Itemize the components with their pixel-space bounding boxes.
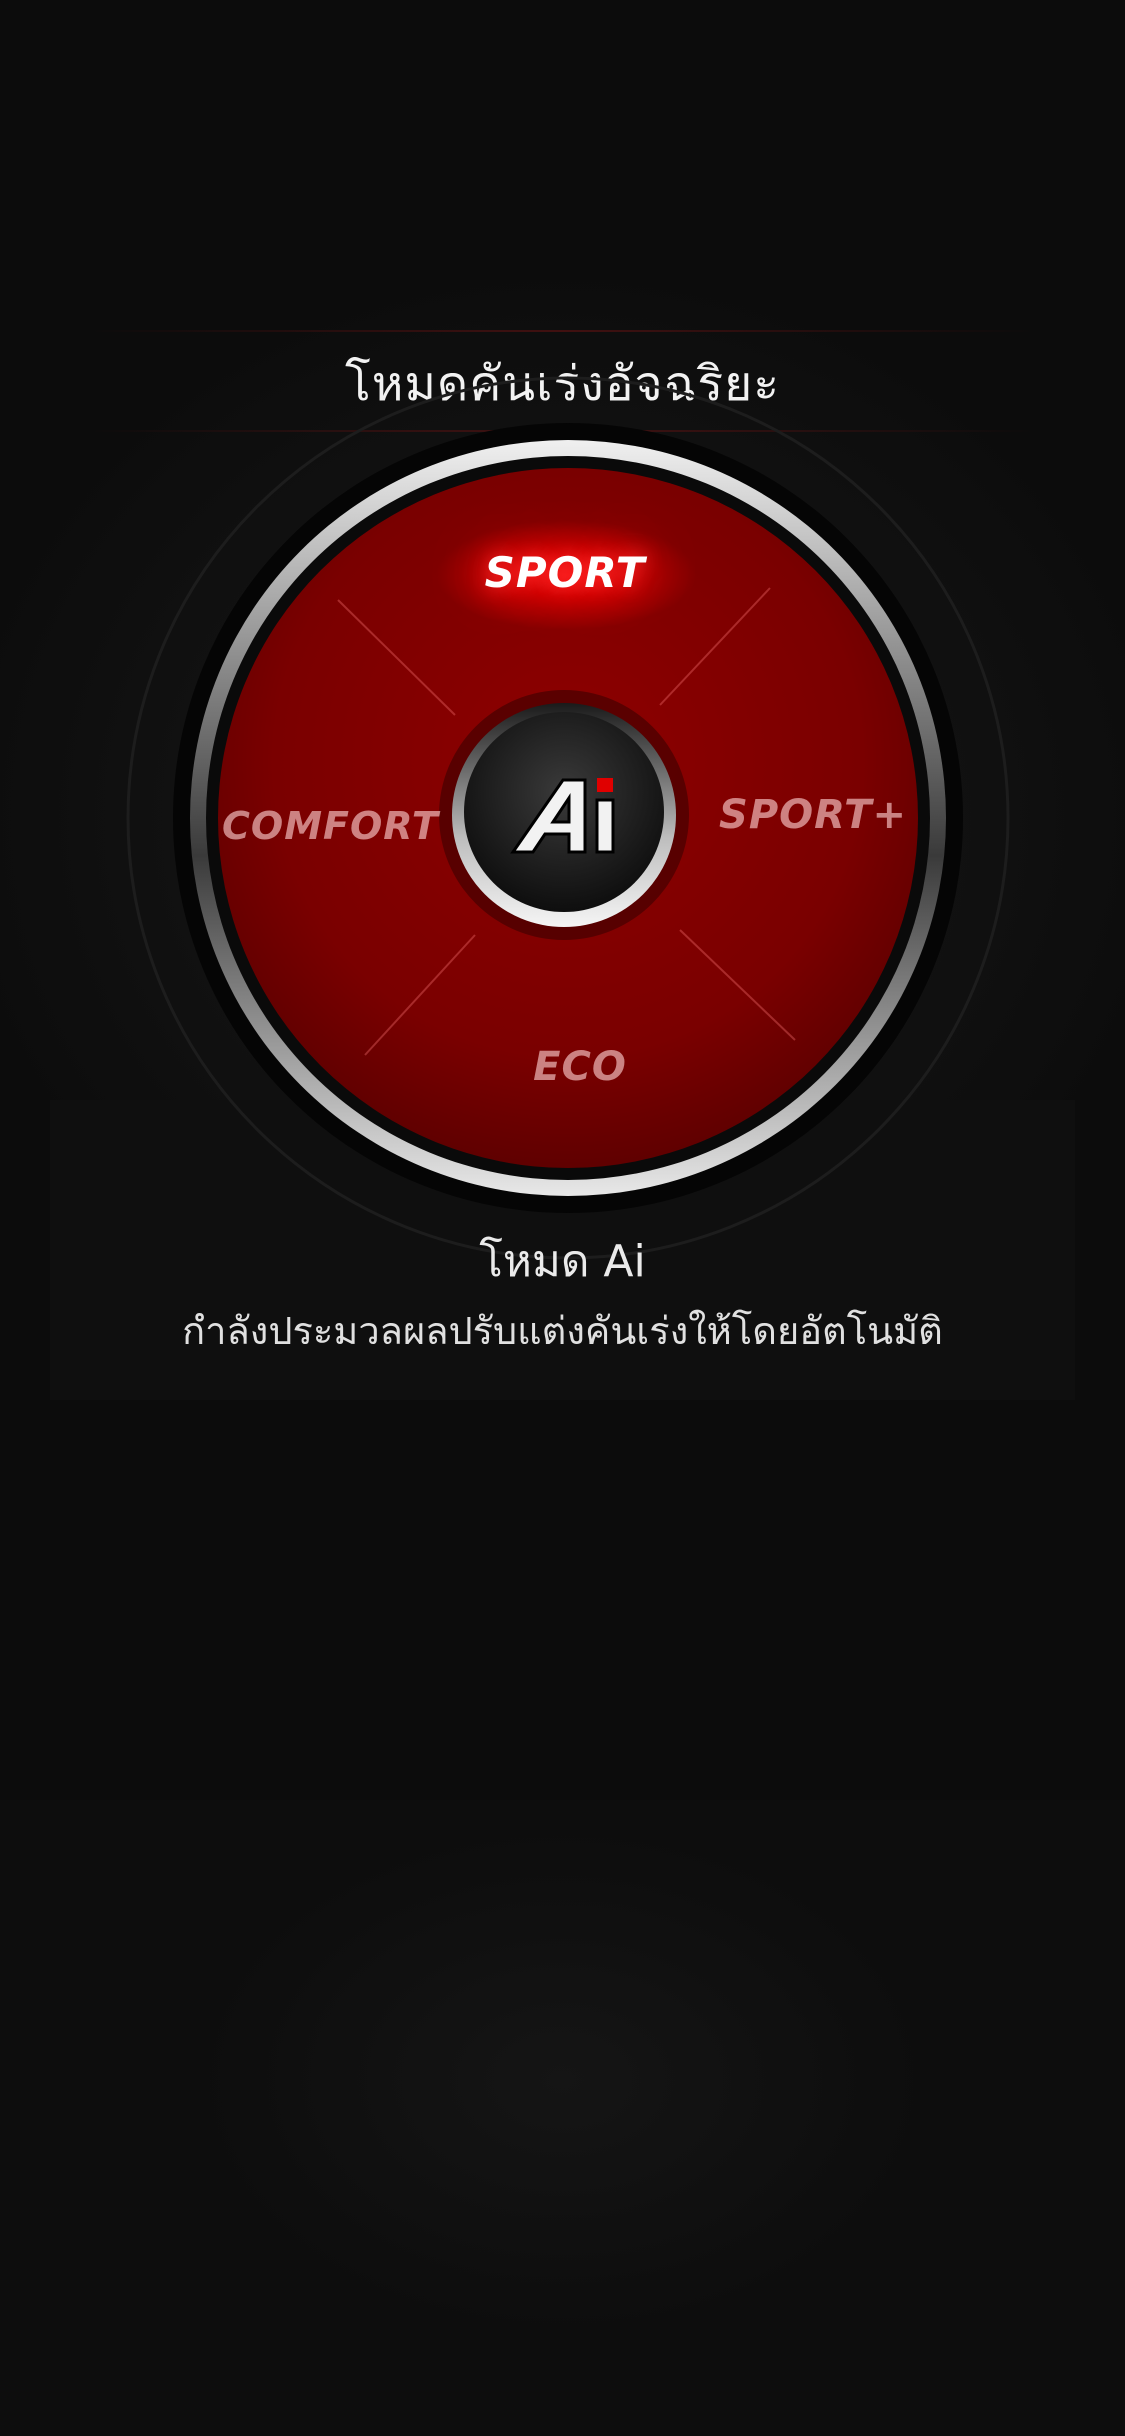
ai-logo <box>510 778 615 854</box>
mode-sport[interactable]: SPORT <box>465 548 665 597</box>
current-mode-name: โหมด Ai <box>479 1236 646 1287</box>
mode-comfort[interactable]: COMFORT <box>222 804 438 848</box>
mode-eco[interactable]: ECO <box>505 1044 655 1090</box>
mode-dial <box>126 376 1010 1260</box>
current-mode-description: กำลังประมวลผลปรับแต่งคันเร่งให้โดยอัตโนม… <box>182 1309 943 1353</box>
mode-sport-plus[interactable]: SPORT+ <box>718 792 908 838</box>
